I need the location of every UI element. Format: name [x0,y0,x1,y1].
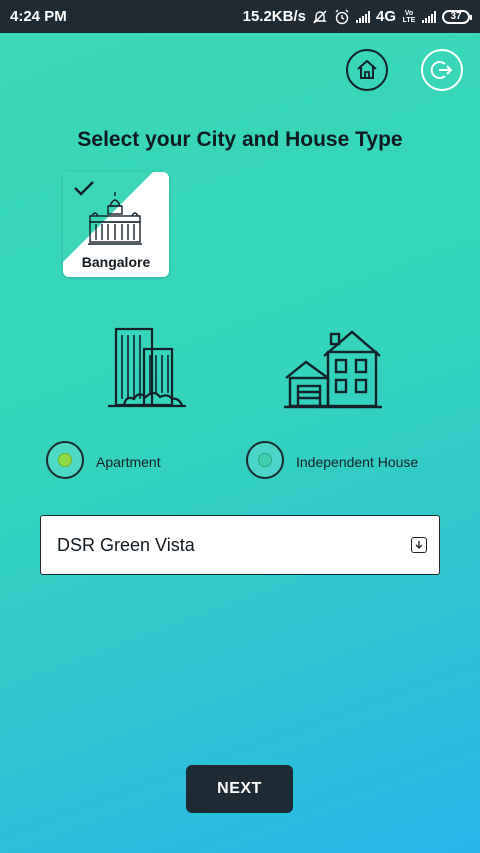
project-select-value: DSR Green Vista [57,534,195,555]
alarm-icon [335,9,349,24]
mute-bell-icon [313,10,327,23]
project-select[interactable]: DSR Green Vista [40,515,440,575]
independent-house-radio[interactable] [246,441,284,479]
radio-dot-unselected [258,453,272,467]
network-speed: 15.2KB/s [242,8,306,25]
radio-dot-selected [58,453,72,467]
status-time: 4:24 PM [10,8,67,25]
logout-button[interactable] [421,49,463,91]
status-bar: 4:24 PM 15.2KB/s 4G Vo LTE 37 [0,0,480,33]
battery-level: 37 [450,11,462,22]
page-title: Select your City and House Type [77,128,403,151]
independent-house-label[interactable]: Independent House [296,454,418,470]
independent-house-icon[interactable] [284,328,382,410]
signal-icon [355,10,370,23]
status-icons: 15.2KB/s 4G Vo LTE 37 [242,8,472,25]
city-card-bangalore[interactable]: Bangalore [63,172,169,277]
apartment-building-icon[interactable] [106,327,188,409]
home-icon [357,60,377,79]
battery-icon: 37 [442,9,472,24]
logout-icon [430,61,453,79]
dropdown-arrow-icon[interactable] [411,537,427,553]
apartment-radio[interactable] [46,441,84,479]
vidhana-soudha-icon [88,192,142,245]
arrow-down-icon [415,541,423,549]
city-label: Bangalore [81,254,151,270]
next-button[interactable]: NEXT [186,765,293,813]
signal-icon [422,10,436,23]
home-button[interactable] [346,49,388,91]
volte-label: Vo LTE [402,9,416,24]
apartment-label[interactable]: Apartment [96,454,161,470]
network-type: 4G [375,8,396,25]
